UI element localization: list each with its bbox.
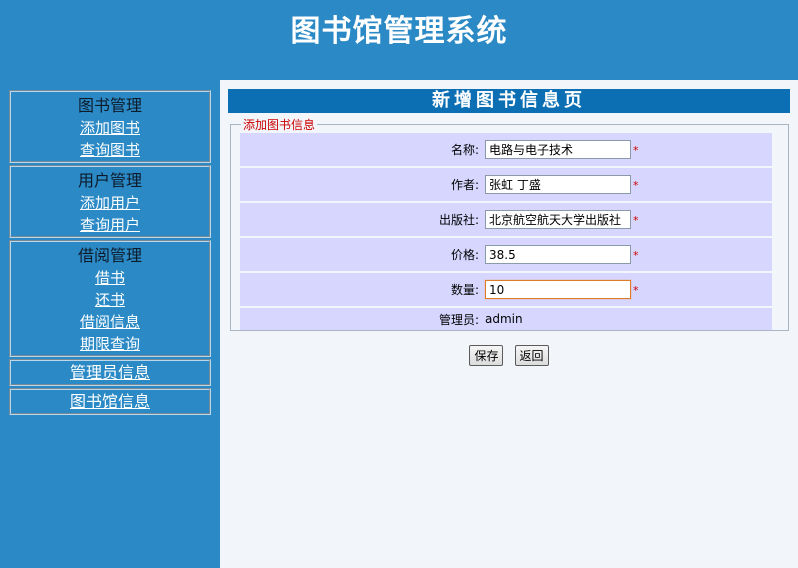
quantity-label: 数量: (240, 273, 482, 306)
save-button[interactable]: 保存 (469, 345, 504, 366)
name-input[interactable] (485, 140, 631, 159)
nav-link-library-info[interactable]: 图书馆信息 (11, 390, 209, 413)
form-row-name: 名称: * (240, 133, 772, 166)
nav-link-query-user[interactable]: 查询用户 (11, 214, 209, 236)
form-buttons: 保存 返回 (220, 345, 798, 366)
required-mark: * (633, 144, 639, 157)
nav-link-admin-info[interactable]: 管理员信息 (11, 361, 209, 384)
nav-link-borrow-info[interactable]: 借阅信息 (11, 311, 209, 333)
nav-group-users: 用户管理 添加用户 查询用户 (9, 165, 211, 238)
nav-group-title-borrow: 借阅管理 (77, 246, 142, 265)
nav-link-add-book[interactable]: 添加图书 (11, 117, 209, 139)
app-title: 图书馆管理系统 (290, 14, 508, 49)
nav-group-title-users: 用户管理 (77, 171, 142, 190)
form-row-price: 价格: * (240, 238, 772, 271)
add-book-form: 名称: * 作者: * 出版社: * 价格: * (240, 131, 772, 332)
form-row-quantity: 数量: * (240, 273, 772, 306)
fieldset-legend: 添加图书信息 (243, 118, 316, 132)
sidebar: 图书管理 添加图书 查询图书 用户管理 添加用户 查询用户 借阅管理 借书 还书… (9, 90, 211, 417)
form-row-author: 作者: * (240, 168, 772, 201)
page-banner: 新增图书信息页 (228, 89, 790, 113)
nav-link-return-book[interactable]: 还书 (11, 289, 209, 311)
nav-group-books: 图书管理 添加图书 查询图书 (9, 90, 211, 163)
required-mark: * (633, 248, 639, 262)
form-row-admin: 管理员: admin (240, 308, 772, 330)
nav-group-admin: 管理员信息 (9, 359, 211, 386)
back-button[interactable]: 返回 (514, 345, 549, 366)
admin-label: 管理员: (240, 308, 482, 330)
quantity-input[interactable] (485, 280, 631, 299)
header: 图书馆管理系统 (0, 0, 798, 80)
nav-group-library: 图书馆信息 (9, 388, 211, 415)
admin-value: admin (482, 308, 772, 330)
price-label: 价格: (240, 238, 482, 271)
publisher-label: 出版社: (240, 203, 482, 236)
name-label: 名称: (240, 133, 482, 166)
required-mark: * (633, 283, 639, 297)
nav-link-borrow-book[interactable]: 借书 (11, 267, 209, 289)
nav-link-due-query[interactable]: 期限查询 (11, 333, 209, 355)
price-input[interactable] (485, 245, 631, 264)
nav-link-query-book[interactable]: 查询图书 (11, 139, 209, 161)
add-book-fieldset: 添加图书信息 名称: * 作者: * 出版社: * 价格: (230, 116, 789, 331)
form-row-publisher: 出版社: * (240, 203, 772, 236)
main-content: 新增图书信息页 添加图书信息 名称: * 作者: * 出版社: * (220, 80, 798, 568)
author-label: 作者: (240, 168, 482, 201)
publisher-input[interactable] (485, 210, 631, 229)
nav-link-add-user[interactable]: 添加用户 (11, 192, 209, 214)
nav-group-title-books: 图书管理 (77, 96, 142, 115)
nav-group-borrow: 借阅管理 借书 还书 借阅信息 期限查询 (9, 240, 211, 357)
author-input[interactable] (485, 175, 631, 194)
required-mark: * (633, 214, 639, 227)
required-mark: * (633, 179, 639, 192)
